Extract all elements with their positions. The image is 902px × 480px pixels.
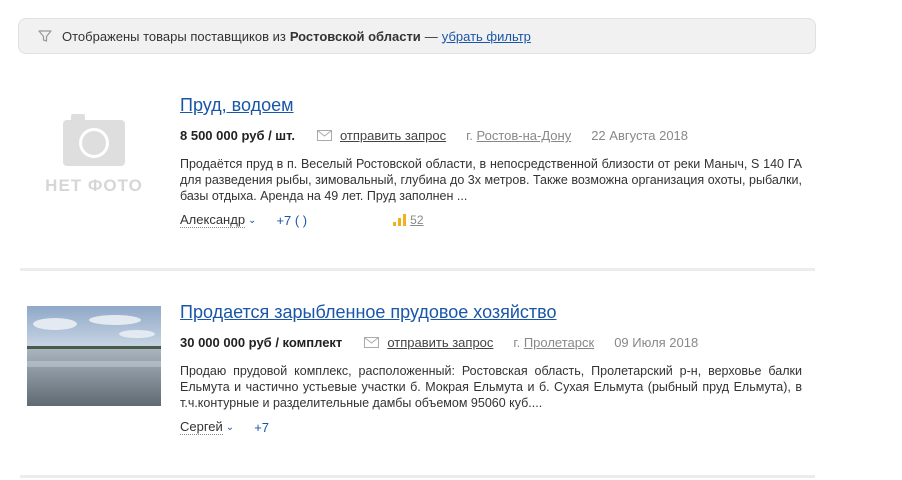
filter-prefix-text: Отображены товары поставщиков из (62, 28, 286, 44)
listing-description: Продаю прудовой комплекс, расположенный:… (180, 364, 802, 410)
city-prefix: г. (466, 128, 473, 143)
chevron-down-icon[interactable]: ⌄ (248, 215, 256, 226)
city-link[interactable]: Пролетарск (524, 335, 594, 350)
envelope-icon (316, 130, 332, 141)
listing-meta-row: 8 500 000 руб / шт. отправить запрос г. … (180, 128, 688, 143)
listing-footer: Сергей ⌄ +7 (180, 419, 269, 435)
listing-divider (20, 268, 815, 271)
listing-date: 22 Августа 2018 (591, 128, 689, 143)
listing-photo[interactable] (27, 306, 161, 406)
filter-funnel-icon (38, 30, 52, 42)
chevron-down-icon[interactable]: ⌄ (226, 422, 234, 433)
region-filter-bar: Отображены товары поставщиков из Ростовс… (18, 18, 816, 54)
phone-number[interactable]: +7 ( ) (276, 213, 307, 228)
camera-icon (63, 114, 125, 166)
listing-footer: Александр ⌄ +7 ( ) 52 (180, 212, 424, 228)
filter-dash: — (424, 28, 438, 44)
listing-divider (20, 475, 815, 478)
phone-number[interactable]: +7 (254, 420, 269, 435)
send-request-link[interactable]: отправить запрос (387, 335, 493, 350)
listing-date: 09 Июля 2018 (614, 335, 699, 350)
send-request-link[interactable]: отправить запрос (340, 128, 446, 143)
listing-city: г. Пролетарск (513, 335, 594, 350)
listing-price: 30 000 000 руб / комплект (180, 335, 343, 350)
city-link[interactable]: Ростов-на-Дону (477, 128, 572, 143)
seller-dropdown[interactable]: Сергей (180, 419, 223, 435)
remove-filter-link[interactable]: убрать фильтр (442, 29, 531, 44)
envelope-icon (364, 337, 380, 348)
filter-region-name: Ростовской области (289, 28, 421, 44)
city-prefix: г. (513, 335, 521, 350)
seller-dropdown[interactable]: Александр (180, 212, 246, 228)
listing-title-link[interactable]: Пруд, водоем (180, 95, 294, 116)
no-photo-placeholder[interactable]: НЕТ ФОТО (27, 112, 161, 212)
listing-city: г. Ростов-на-Дону (466, 128, 571, 143)
listing-price: 8 500 000 руб / шт. (180, 128, 295, 143)
listing-meta-row: 30 000 000 руб / комплект отправить запр… (180, 335, 698, 350)
listing-description: Продаётся пруд в п. Веселый Ростовской о… (180, 157, 802, 203)
views-count[interactable]: 52 (410, 213, 423, 227)
views-chart-icon (393, 214, 407, 226)
no-photo-text: НЕТ ФОТО (45, 176, 143, 195)
listing-title-link[interactable]: Продается зарыбленное прудовое хозяйство (180, 302, 557, 323)
